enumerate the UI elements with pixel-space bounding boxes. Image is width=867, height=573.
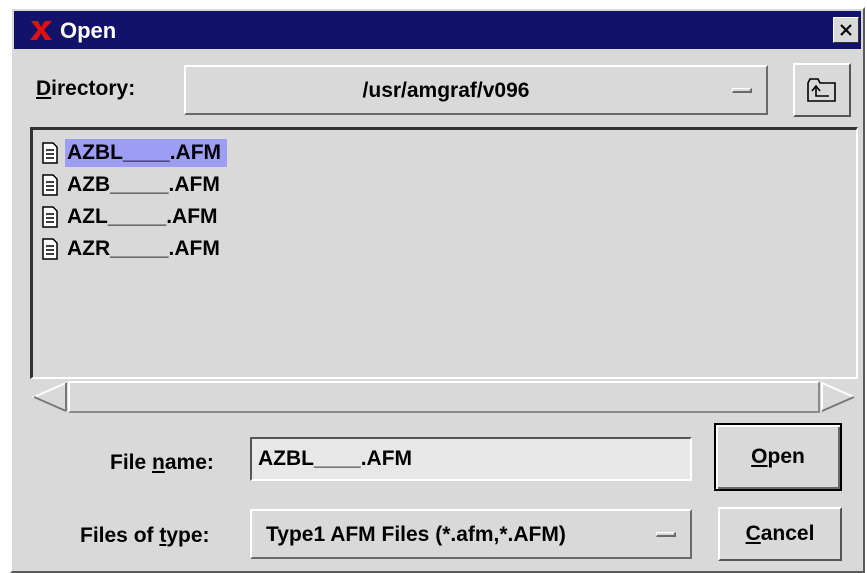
- folder-up-icon: [807, 78, 836, 102]
- files-of-type-label: Files of type:: [80, 524, 210, 547]
- file-name-input[interactable]: [250, 437, 692, 481]
- close-button[interactable]: [833, 17, 859, 43]
- document-icon: [42, 142, 58, 164]
- open-button[interactable]: Open: [714, 423, 842, 491]
- red-x-icon: [30, 21, 52, 40]
- directory-dropdown[interactable]: /usr/amgraf/v096: [184, 65, 768, 115]
- cancel-button[interactable]: Cancel: [718, 507, 842, 561]
- directory-path: /usr/amgraf/v096: [362, 79, 530, 102]
- close-icon: [840, 24, 852, 36]
- scrollbar-trough[interactable]: [68, 381, 820, 413]
- list-item[interactable]: AZL_____.AFM: [41, 202, 224, 232]
- list-item[interactable]: AZR_____.AFM: [41, 234, 226, 264]
- dropdown-indicator-icon: [656, 532, 676, 537]
- scroll-left-icon[interactable]: [32, 381, 68, 413]
- dialog-title: Open: [60, 18, 117, 43]
- document-icon: [42, 206, 58, 228]
- file-name: AZR_____.AFM: [67, 237, 220, 260]
- scroll-right-icon[interactable]: [820, 381, 856, 413]
- file-name: AZB_____.AFM: [67, 173, 220, 196]
- directory-label: Directory:: [36, 77, 136, 100]
- horizontal-scrollbar[interactable]: [30, 379, 858, 415]
- file-name: AZL_____.AFM: [67, 205, 218, 228]
- file-name: AZBL____.AFM: [65, 139, 228, 167]
- list-item[interactable]: AZBL____.AFM: [41, 138, 228, 168]
- document-icon: [42, 238, 58, 260]
- title-bar[interactable]: Open: [14, 11, 861, 49]
- document-icon: [42, 174, 58, 196]
- file-list[interactable]: AZBL____.AFM AZB_____.AFM AZL_____.AFM A…: [30, 127, 858, 379]
- open-dialog: Open Directory: /usr/amgraf/v096 AZBL___…: [10, 7, 865, 573]
- files-of-type-value: Type1 AFM Files (*.afm,*.AFM): [266, 523, 566, 546]
- file-name-label: File name:: [110, 451, 214, 474]
- dropdown-indicator-icon: [732, 88, 752, 93]
- list-item[interactable]: AZB_____.AFM: [41, 170, 226, 200]
- files-of-type-dropdown[interactable]: Type1 AFM Files (*.afm,*.AFM): [250, 509, 692, 559]
- up-one-level-button[interactable]: [793, 63, 851, 117]
